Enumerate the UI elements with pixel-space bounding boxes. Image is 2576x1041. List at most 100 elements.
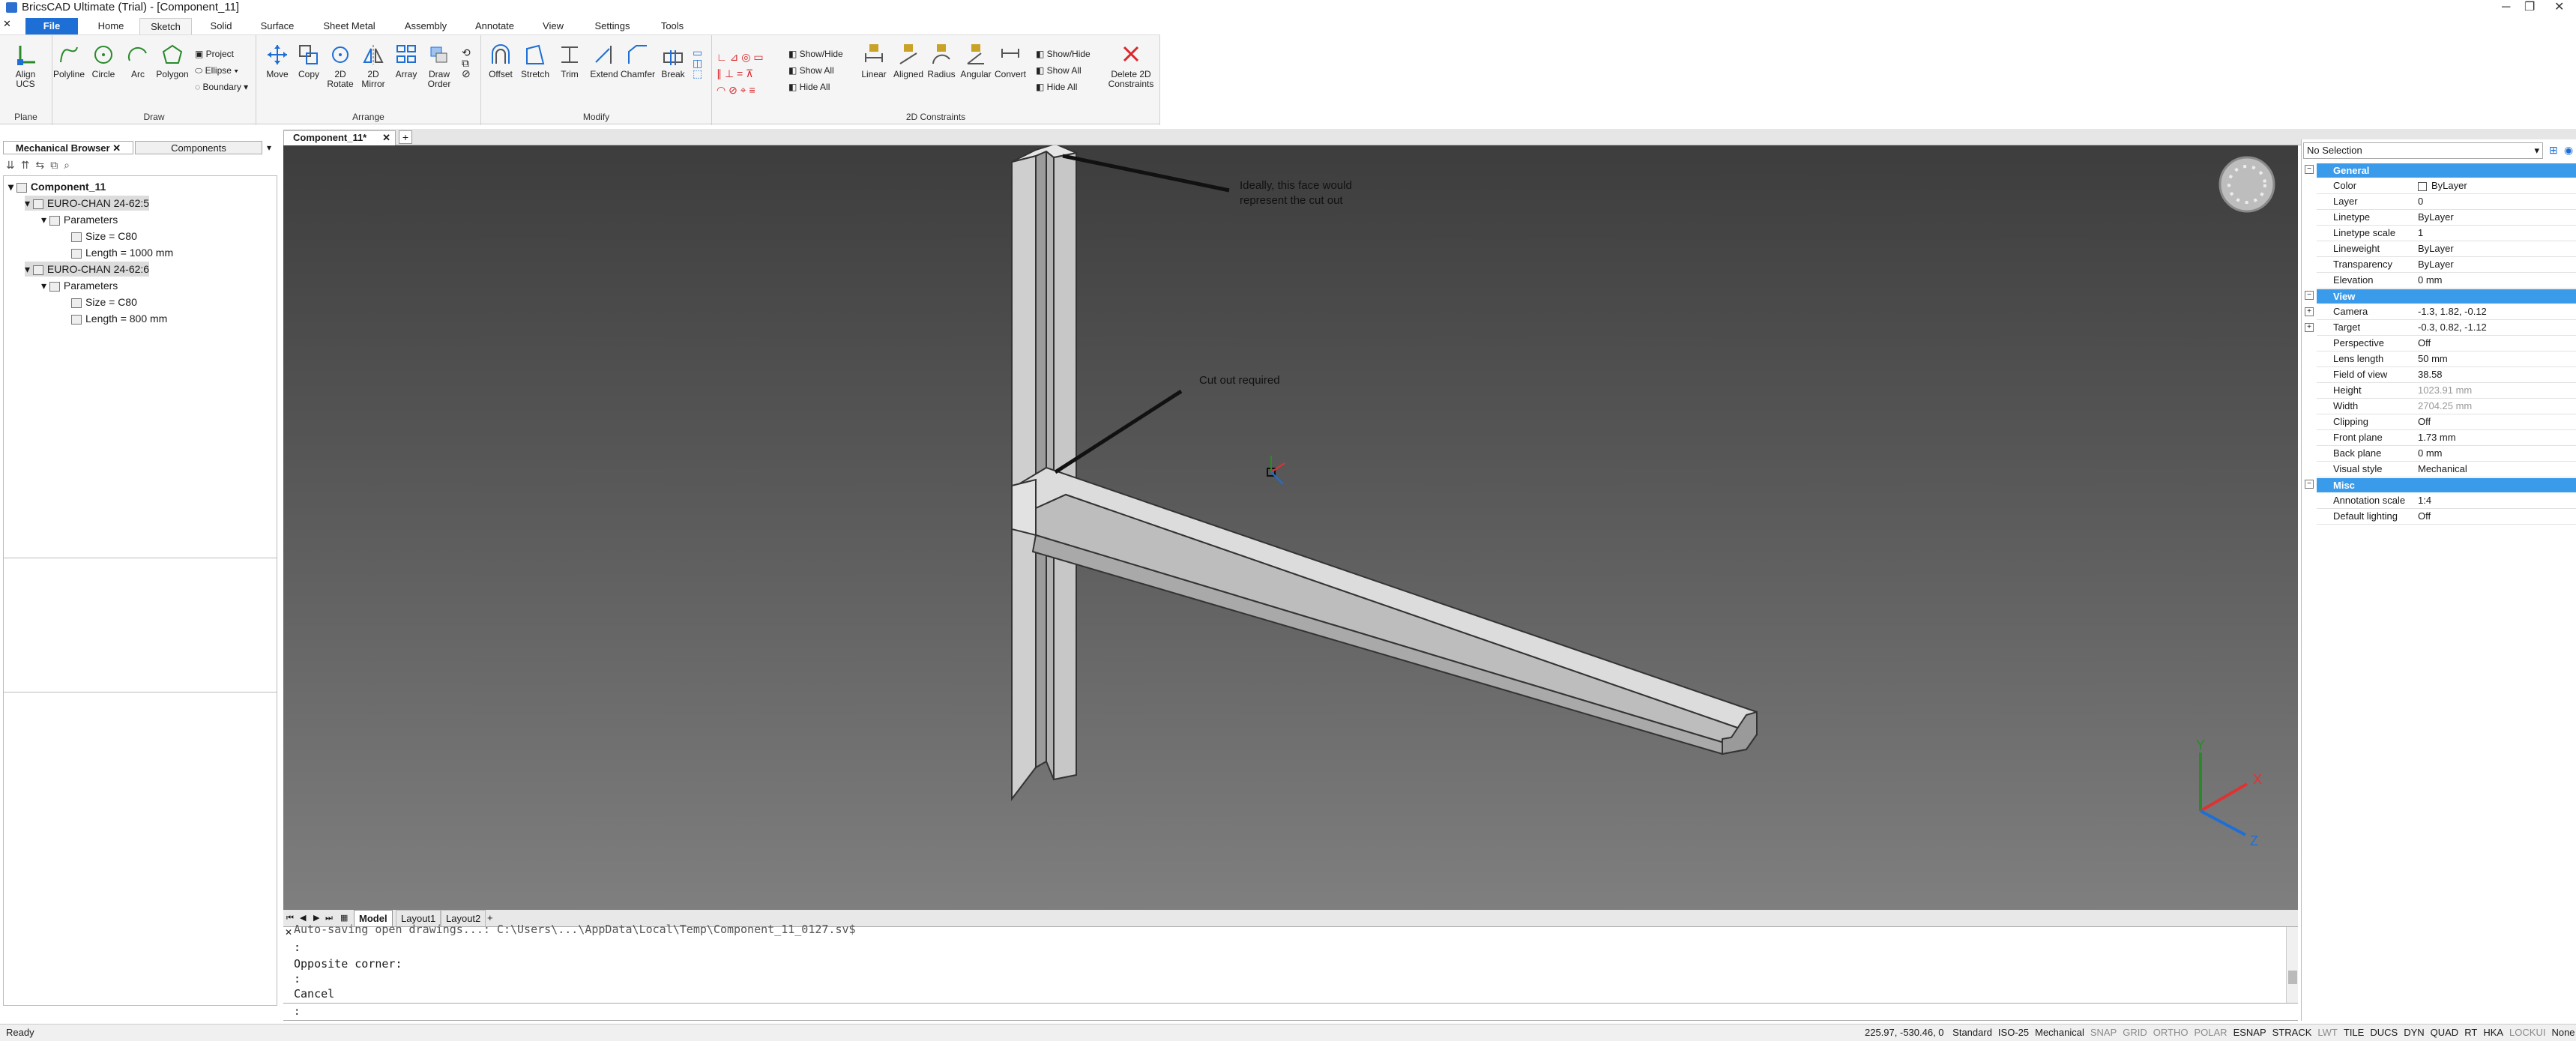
status-toggle[interactable]: TILE — [2344, 1027, 2364, 1038]
command-scrollbar[interactable] — [2286, 927, 2298, 1004]
property-value[interactable]: ByLayer — [2418, 178, 2575, 193]
view-collapse-icon[interactable]: − — [2305, 291, 2314, 300]
hide-all-button[interactable]: ◧ Hide All — [788, 82, 830, 92]
2d-mirror-button[interactable]: 2D Mirror — [357, 43, 390, 89]
close-panel-icon[interactable]: ✕ — [112, 142, 121, 154]
show-all-button[interactable]: ◧ Show All — [788, 65, 834, 76]
view-row[interactable]: Width 2704.25 mm — [2317, 399, 2576, 414]
circle-button[interactable]: Circle — [87, 43, 120, 79]
view-row[interactable]: + Camera -1.3, 1.82, -0.12 — [2305, 304, 2576, 320]
panel-menu-icon[interactable]: ▾ — [267, 142, 271, 153]
linear-button[interactable]: Linear — [857, 43, 890, 79]
view-row[interactable]: Clipping Off — [2317, 414, 2576, 430]
tab-sketch[interactable]: Sketch — [139, 18, 192, 34]
tab-view[interactable]: View — [534, 18, 573, 34]
tab-components[interactable]: Components — [135, 141, 262, 154]
expand-icon[interactable]: + — [2305, 307, 2314, 316]
general-row[interactable]: Linetype ByLayer — [2317, 210, 2576, 226]
tab-surface[interactable]: Surface — [250, 18, 304, 34]
command-close-icon[interactable]: ✕ — [285, 927, 292, 938]
general-row[interactable]: Linetype scale 1 — [2317, 226, 2576, 241]
layout-nav-first-icon[interactable]: ⏮ — [286, 910, 294, 926]
status-toggle[interactable]: None — [2551, 1027, 2575, 1038]
misc-row[interactable]: Default lighting Off — [2317, 509, 2576, 525]
property-value[interactable]: 38.58 — [2418, 367, 2575, 382]
general-row[interactable]: Lineweight ByLayer — [2317, 241, 2576, 257]
dim-show-all-button[interactable]: ◧ Show All — [1036, 65, 1082, 76]
copy-button[interactable]: Copy — [292, 43, 325, 79]
view-row[interactable]: Height 1023.91 mm — [2317, 383, 2576, 399]
property-value[interactable]: 0 mm — [2418, 273, 2575, 288]
section-misc[interactable]: Misc — [2317, 478, 2576, 492]
view-row[interactable]: Perspective Off — [2317, 336, 2576, 351]
align-ucs-button[interactable]: Align UCS — [9, 43, 42, 89]
move-button[interactable]: Move — [261, 43, 294, 79]
status-toggle[interactable]: Standard — [1952, 1027, 1992, 1038]
tab-sheet-metal[interactable]: Sheet Metal — [315, 18, 384, 34]
property-value[interactable]: Off — [2418, 414, 2575, 429]
trim-button[interactable]: Trim — [553, 43, 586, 79]
restore-icon[interactable]: ❐ — [2524, 0, 2535, 15]
doc-tab-component-11[interactable]: Component_11* ✕ — [283, 130, 396, 145]
radius-button[interactable]: Radius — [925, 43, 958, 79]
property-value[interactable]: 2704.25 mm — [2418, 399, 2575, 414]
misc-collapse-icon[interactable]: − — [2305, 480, 2314, 489]
extra-modify-icon[interactable]: ▭ ◫ ⬚ — [693, 47, 702, 79]
browser-toolbar-icons[interactable]: ⇊⇈⇆⧉⌕ — [6, 159, 76, 172]
tab-assembly[interactable]: Assembly — [394, 18, 457, 34]
tab-file[interactable]: File — [25, 18, 78, 34]
property-value[interactable]: 1.73 mm — [2418, 430, 2575, 445]
status-toggle[interactable]: QUAD — [2431, 1027, 2459, 1038]
doc-tab-close-icon[interactable]: ✕ — [382, 131, 390, 145]
close-icon[interactable]: ✕ — [2554, 0, 2564, 15]
2d-rotate-button[interactable]: 2D Rotate — [324, 43, 357, 89]
stretch-button[interactable]: Stretch — [519, 43, 552, 79]
property-value[interactable]: 1 — [2418, 226, 2575, 241]
status-toggle[interactable]: DUCS — [2370, 1027, 2398, 1038]
status-toggle[interactable]: ESNAP — [2233, 1027, 2266, 1038]
offset-button[interactable]: Offset — [484, 43, 517, 79]
misc-row[interactable]: Annotation scale 1:4 — [2317, 493, 2576, 509]
property-value[interactable]: 1023.91 mm — [2418, 383, 2575, 398]
status-toggle[interactable]: LWT — [2317, 1027, 2337, 1038]
quick-select-icon[interactable]: ⊞ — [2549, 144, 2558, 157]
property-value[interactable]: 0 mm — [2418, 446, 2575, 461]
show-hide-button[interactable]: ◧ Show/Hide — [788, 49, 843, 59]
aligned-button[interactable]: Aligned — [892, 43, 925, 79]
tree-item-size-6[interactable]: Size = C80 — [71, 295, 137, 310]
chamfer-button[interactable]: Chamfer — [621, 43, 655, 79]
draw-order-button[interactable]: Draw Order — [423, 43, 456, 89]
view-row[interactable]: Front plane 1.73 mm — [2317, 430, 2576, 446]
geometric-constraints-icons[interactable]: ∟ ⊿ ◎ ▭ ∥ ⊥ = ⊼ ◠ ⊘ ⌖ ≡ — [717, 49, 764, 98]
view-row[interactable]: Back plane 0 mm — [2317, 446, 2576, 462]
extra-arrange-icon[interactable]: ⟲ ⧉ ⊘ — [462, 47, 471, 79]
tab-annotate[interactable]: Annotate — [466, 18, 523, 34]
tree-item-params-6[interactable]: ▾ Parameters — [41, 278, 118, 293]
extend-button[interactable]: Extend — [588, 43, 621, 79]
array-button[interactable]: Array — [390, 43, 423, 79]
ellipse-button[interactable]: ⬭ Ellipse ▾ — [195, 65, 238, 76]
tree-item-size-5[interactable]: Size = C80 — [71, 229, 137, 244]
new-doc-tab-button[interactable]: + — [399, 130, 412, 144]
general-collapse-icon[interactable]: − — [2305, 165, 2314, 174]
minimize-icon[interactable]: ─ — [2502, 0, 2510, 15]
property-value[interactable]: ByLayer — [2418, 210, 2575, 225]
status-toggle[interactable]: RT — [2464, 1027, 2477, 1038]
break-button[interactable]: Break — [657, 43, 690, 79]
project-button[interactable]: ▣ Project — [195, 49, 234, 59]
view-row[interactable]: Field of view 38.58 — [2317, 367, 2576, 383]
status-toggle[interactable]: ORTHO — [2153, 1027, 2189, 1038]
tab-tools[interactable]: Tools — [651, 18, 694, 34]
tree-item-chan-5[interactable]: ▾ EURO-CHAN 24-62:5 — [25, 196, 150, 211]
property-value[interactable]: 50 mm — [2418, 351, 2575, 366]
tree-item-length-6[interactable]: Length = 800 mm — [71, 311, 167, 326]
status-toggle[interactable]: LOCKUI — [2509, 1027, 2545, 1038]
tab-home[interactable]: Home — [88, 18, 133, 34]
tree-item-length-5[interactable]: Length = 1000 mm — [71, 245, 173, 260]
property-value[interactable]: -0.3, 0.82, -1.12 — [2418, 320, 2575, 335]
property-value[interactable]: ByLayer — [2418, 241, 2575, 256]
command-scroll-thumb[interactable] — [2288, 971, 2297, 984]
selection-dropdown[interactable]: No Selection ▾ — [2303, 142, 2543, 159]
model-viewport[interactable]: Ideally, this face would represent the cu… — [283, 145, 2298, 910]
property-value[interactable]: 0 — [2418, 194, 2575, 209]
